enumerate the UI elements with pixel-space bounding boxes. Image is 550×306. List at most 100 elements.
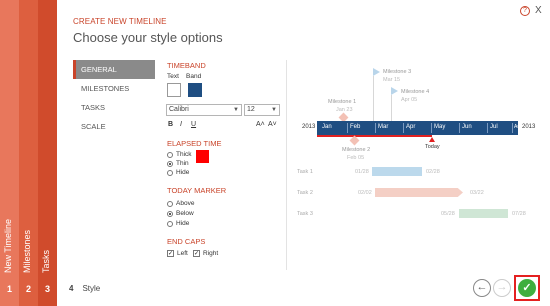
text-color-swatch[interactable] (167, 83, 181, 97)
step-number: 1 (6, 284, 12, 294)
chevron-down-icon: ▼ (271, 107, 277, 113)
current-step-indicator: 4 Style (69, 284, 100, 293)
task-label: Task 2 (297, 190, 313, 196)
elapsed-color-swatch[interactable] (196, 150, 209, 163)
page-title: Choose your style options (73, 30, 223, 45)
current-step-number: 4 (69, 284, 74, 293)
month-label: Jan (322, 124, 332, 130)
band-color-swatch[interactable] (188, 83, 202, 97)
milestone-date: Apr 05 (401, 97, 418, 103)
bold-button[interactable]: B (168, 121, 173, 128)
arrow-right-icon: → (496, 281, 508, 293)
today-below-label: Below (176, 210, 194, 217)
month-separator (375, 123, 376, 133)
nav-item-general[interactable]: GENERAL (73, 60, 155, 79)
milestone-label: Milestone 1 (328, 99, 357, 105)
step-strip-milestones[interactable]: Milestones 2 (19, 0, 38, 306)
grow-font-button[interactable]: A˄ (256, 121, 265, 128)
timeline-end-year: 2013 (522, 124, 536, 130)
today-hide-radio[interactable] (167, 221, 173, 227)
today-marker-icon (429, 137, 435, 142)
text-color-label: Text (167, 73, 179, 80)
task-start-date: 02/02 (358, 190, 372, 196)
nav-item-scale[interactable]: SCALE (73, 117, 155, 136)
month-label: May (434, 124, 446, 130)
task-end-date: 02/28 (426, 169, 440, 175)
panel-divider (286, 60, 287, 270)
step-label: Milestones (22, 229, 32, 273)
end-caps-heading: END CAPS (167, 237, 206, 246)
elapsed-thick-radio[interactable] (167, 152, 173, 158)
month-separator (459, 123, 460, 133)
nav-item-tasks[interactable]: TASKS (73, 98, 155, 117)
milestone-date: Mar 15 (383, 77, 401, 83)
month-separator (347, 123, 348, 133)
step-strip-tasks[interactable]: Tasks 3 (38, 0, 57, 306)
milestone-flag-icon (391, 87, 398, 95)
step-strip-new-timeline[interactable]: New Timeline 1 (0, 0, 19, 306)
today-above-label: Above (176, 200, 195, 207)
milestone-label: Milestone 2 (342, 147, 371, 153)
font-size-value: 12 (247, 106, 255, 113)
right-cap-checkbox[interactable]: ✓ (193, 250, 200, 257)
nav-item-milestones[interactable]: MILESTONES (73, 79, 155, 98)
arrow-left-icon: ← (476, 281, 488, 293)
month-label: Jul (490, 124, 498, 130)
step-label: Tasks (41, 249, 51, 273)
font-size-select[interactable]: 12 ▼ (244, 104, 280, 116)
task-label: Task 3 (297, 211, 313, 217)
milestone-diamond-icon (349, 135, 360, 146)
month-separator (487, 123, 488, 133)
today-below-radio[interactable] (167, 211, 173, 217)
wizard-subtitle: CREATE NEW TIMELINE (73, 17, 167, 26)
task-bar (372, 167, 422, 176)
month-label: Jun (462, 124, 472, 130)
today-hide-label: Hide (176, 220, 190, 227)
band-color-label: Band (186, 73, 202, 80)
elapsed-thin-radio[interactable] (167, 161, 173, 167)
task-label: Task 1 (297, 169, 313, 175)
elapsed-thick-label: Thick (176, 151, 192, 158)
chevron-down-icon: ▼ (233, 107, 239, 113)
elapsed-hide-radio[interactable] (167, 170, 173, 176)
finish-button-highlight: ✓ (514, 275, 540, 301)
milestone-connector (391, 95, 392, 121)
left-cap-label: Left (177, 250, 188, 257)
italic-button[interactable]: I (180, 121, 182, 128)
milestone-label: Milestone 3 (383, 69, 412, 75)
step-number: 2 (25, 284, 31, 294)
month-separator (431, 123, 432, 133)
font-family-select[interactable]: Calibri ▼ (166, 104, 242, 116)
task-bar (375, 188, 463, 197)
milestone-connector (373, 76, 374, 121)
month-label: Mar (378, 124, 389, 130)
milestone-date: Feb 05 (347, 155, 365, 161)
elapsed-time-line (317, 135, 432, 137)
style-category-nav: GENERAL MILESTONES TASKS SCALE (73, 60, 155, 136)
left-cap-checkbox[interactable]: ✓ (167, 250, 174, 257)
finish-button[interactable]: ✓ (518, 279, 536, 297)
today-above-radio[interactable] (167, 201, 173, 207)
step-number: 3 (44, 284, 50, 294)
today-marker-heading: TODAY MARKER (167, 186, 227, 195)
milestone-flag-icon (373, 68, 380, 76)
elapsed-hide-label: Hide (176, 169, 190, 176)
help-icon[interactable]: ? (520, 6, 530, 16)
milestone-label: Milestone 4 (401, 89, 430, 95)
task-start-date: 05/28 (441, 211, 455, 217)
next-button[interactable]: → (493, 279, 511, 297)
elapsed-thin-label: Thin (176, 160, 189, 167)
task-end-date: 07/28 (512, 211, 526, 217)
today-label: Today (425, 144, 440, 150)
checkmark-icon: ✓ (522, 282, 532, 294)
underline-button[interactable]: U (191, 121, 196, 128)
back-button[interactable]: ← (473, 279, 491, 297)
task-bar (459, 209, 508, 218)
elapsed-time-heading: ELAPSED TIME (167, 139, 222, 148)
task-start-date: 01/28 (355, 169, 369, 175)
shrink-font-button[interactable]: A˅ (268, 121, 277, 128)
task-end-date: 03/22 (470, 190, 484, 196)
current-step-label: Style (82, 284, 101, 293)
close-icon[interactable]: X (535, 5, 542, 16)
month-label: Apr (406, 124, 416, 130)
